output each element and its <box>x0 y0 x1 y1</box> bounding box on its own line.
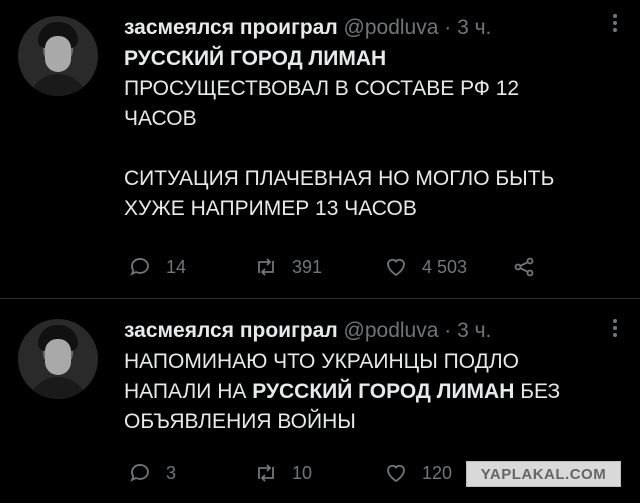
watermark: YAPLAKAL.COM <box>466 461 621 487</box>
retweet-count: 391 <box>292 256 323 277</box>
author-handle[interactable]: @podluva <box>344 16 439 39</box>
like-icon <box>387 464 405 483</box>
reply-button[interactable]: 14 <box>128 252 186 282</box>
tweet-text: РУССКИЙ ГОРОД ЛИМАН ПРОСУЩЕСТВОВАЛ В СОС… <box>124 44 620 224</box>
tweet-text-line: НАПОМИНАЮ ЧТО УКРАИНЦЫ ПОДЛО <box>124 350 519 373</box>
tweet-text-line: ХУЖЕ НАПРИМЕР 13 ЧАСОВ <box>124 197 417 220</box>
retweet-icon <box>258 464 274 482</box>
tweet-time[interactable]: 3 ч. <box>457 319 491 342</box>
author-name[interactable]: засмеялся проиграл <box>124 16 338 39</box>
more-icon[interactable] <box>612 12 618 34</box>
reply-icon <box>130 464 149 482</box>
retweet-button[interactable]: 10 <box>254 458 312 488</box>
tweet-text-line: ОБЪЯВЛЕНИЯ ВОЙНЫ <box>124 410 356 433</box>
retweet-button[interactable]: 391 <box>254 252 322 282</box>
tweet-text-line: СИТУАЦИЯ ПЛАЧЕВНАЯ НО МОГЛО БЫТЬ <box>124 167 555 190</box>
share-icon <box>514 257 534 277</box>
retweet-count: 10 <box>292 462 313 483</box>
avatar[interactable] <box>18 16 98 96</box>
author-name[interactable]: засмеялся проиграл <box>124 319 338 342</box>
tweet-text-line: ПРОСУЩЕСТВОВАЛ В СОСТАВЕ РФ 12 <box>124 77 520 100</box>
tweet-time[interactable]: 3 ч. <box>457 16 491 39</box>
author-handle[interactable]: @podluva <box>344 319 439 342</box>
reply-icon <box>130 258 149 276</box>
tweet-header: засмеялся проиграл @podluva · 3 ч. <box>124 16 492 39</box>
like-button[interactable]: 120 <box>384 458 452 488</box>
share-button[interactable] <box>512 252 550 282</box>
tweet-header: засмеялся проиграл @podluva · 3 ч. <box>124 319 492 342</box>
tweet-bold-text: РУССКИЙ ГОРОД ЛИМАН <box>252 380 515 403</box>
reply-button[interactable]: 3 <box>128 458 176 488</box>
retweet-icon <box>258 258 274 276</box>
reply-count: 14 <box>166 256 187 277</box>
reply-count: 3 <box>166 462 177 483</box>
avatar[interactable] <box>18 319 98 399</box>
tweet-actions: 14 391 4 503 <box>128 252 608 282</box>
tweet-text-fragment: НАПАЛИ НА <box>124 380 253 403</box>
tweet-text: НАПОМИНАЮ ЧТО УКРАИНЦЫ ПОДЛО НАПАЛИ НА Р… <box>124 347 620 437</box>
tweet-text-line: ЧАСОВ <box>124 107 197 130</box>
tweet-text-fragment: БЕЗ <box>514 380 561 403</box>
like-icon <box>387 258 405 277</box>
like-button[interactable]: 4 503 <box>384 252 467 282</box>
like-count: 120 <box>422 462 453 483</box>
tweet-bold-text: РУССКИЙ ГОРОД ЛИМАН <box>124 47 387 70</box>
like-count: 4 503 <box>422 256 468 277</box>
more-icon[interactable] <box>612 317 618 339</box>
tweet[interactable]: засмеялся проиграл @podluva · 3 ч. РУССК… <box>0 0 640 299</box>
